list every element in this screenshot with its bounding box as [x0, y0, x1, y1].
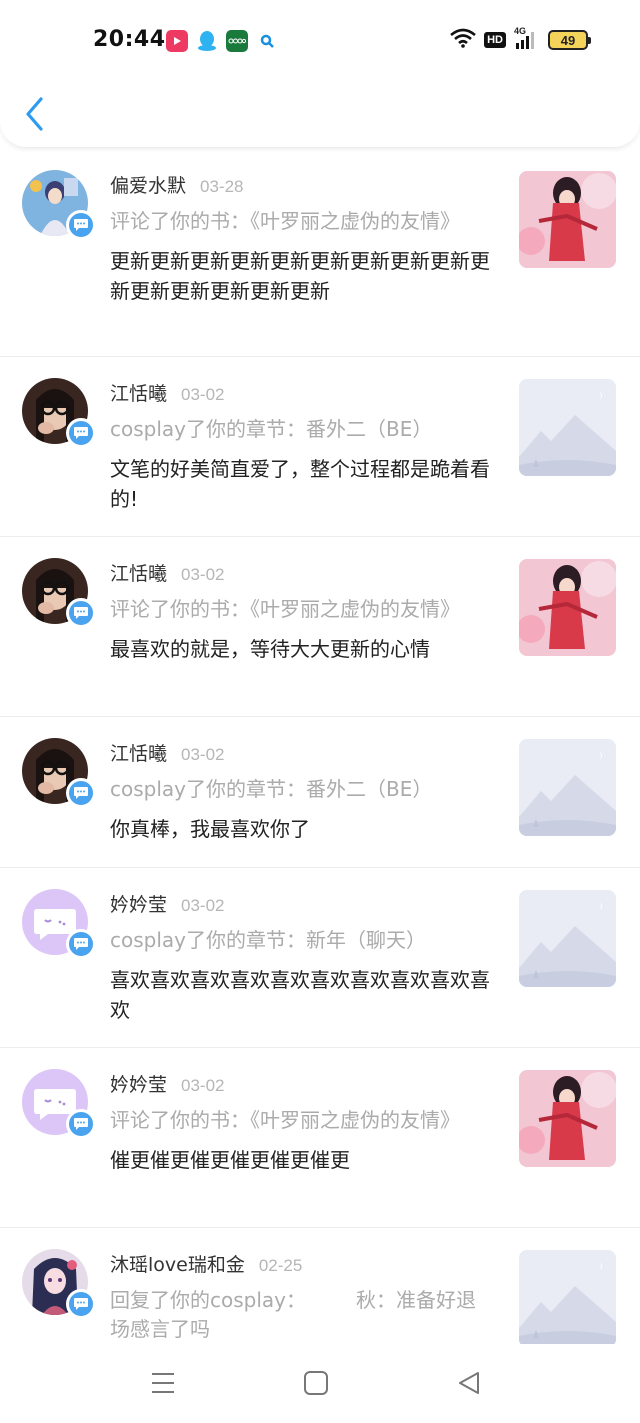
comment-badge-icon [66, 598, 96, 628]
notification-content: 江恬曦 03-02 cosplay了你的章节：番外二（BE） 文笔的好美简直爱了… [110, 379, 490, 514]
comment-text: 你真棒，我最喜欢你了 [110, 817, 310, 841]
qq-icon [196, 30, 218, 52]
signal-4g-icon: 4G [514, 26, 540, 50]
mountain-placeholder-icon [519, 739, 616, 836]
avatar-container[interactable] [22, 1069, 96, 1139]
wifi-icon [450, 28, 476, 52]
user-name[interactable]: 偏爱水默 [110, 171, 186, 198]
user-name[interactable]: 江恬曦 [110, 559, 167, 586]
notification-action: 评论了你的书：《叶罗丽之虚伪的友情》 [110, 597, 460, 621]
avatar-container[interactable] [22, 378, 96, 448]
avatar-container[interactable] [22, 889, 96, 959]
home-button[interactable] [303, 1370, 333, 1400]
notification-action: 评论了你的书：《叶罗丽之虚伪的友情》 [110, 1108, 460, 1132]
notification-item[interactable]: 江恬曦 03-02 cosplay了你的章节：番外二（BE） 你真棒，我最喜欢你… [0, 717, 640, 868]
hd-icon: HD [484, 32, 506, 48]
name-row: 江恬曦 03-02 [110, 739, 490, 769]
back-triangle-icon [459, 1372, 479, 1394]
status-bar: 20:44 HD 4G 49 [0, 0, 640, 80]
menu-icon [152, 1373, 174, 1393]
notification-item[interactable]: 妗妗莹 03-02 cosplay了你的章节：新年（聊天） 喜欢喜欢喜欢喜欢喜欢… [0, 868, 640, 1048]
user-name[interactable]: 妗妗莹 [110, 890, 167, 917]
book-cover-thumbnail[interactable] [519, 1070, 616, 1167]
network-type-label: 4G [514, 26, 527, 36]
status-time: 20:44 [93, 27, 166, 52]
comment-text: 最喜欢的就是，等待大大更新的心情 [110, 637, 430, 661]
back-button[interactable] [22, 94, 52, 134]
chevron-left-icon [26, 97, 43, 131]
notification-item[interactable]: 沐瑶love瑞和金 02-25 回复了你的cosplay： 秋：准备好退场感言了… [0, 1228, 640, 1344]
comment-text: 喜欢喜欢喜欢喜欢喜欢喜欢喜欢喜欢喜欢喜欢 [110, 968, 490, 1022]
placeholder-thumbnail[interactable] [519, 1250, 616, 1344]
search-app-icon [256, 30, 278, 52]
comment-badge-icon [66, 1289, 96, 1319]
user-name[interactable]: 沐瑶love瑞和金 [110, 1250, 245, 1277]
name-row: 妗妗莹 03-02 [110, 890, 490, 920]
notification-app-icons [166, 30, 278, 52]
comment-text: 更新更新更新更新更新更新更新更新更新更新更新更新更新更新更新 [110, 249, 490, 303]
book-cover-thumbnail[interactable] [519, 559, 616, 656]
notification-date: 03-02 [181, 896, 225, 915]
comment-badge-icon [66, 210, 96, 240]
mountain-placeholder-icon [519, 1250, 616, 1344]
notification-date: 03-02 [181, 385, 225, 404]
battery-icon: 49 [548, 30, 591, 50]
book-cover-thumbnail[interactable] [519, 171, 616, 268]
home-square-icon [304, 1371, 328, 1395]
system-nav-bar [0, 1344, 640, 1423]
name-row: 偏爱水默 03-28 [110, 171, 490, 201]
notification-content: 偏爱水默 03-28 评论了你的书：《叶罗丽之虚伪的友情》 更新更新更新更新更新… [110, 171, 490, 306]
name-row: 江恬曦 03-02 [110, 559, 490, 589]
comment-badge-icon [66, 418, 96, 448]
user-name[interactable]: 江恬曦 [110, 379, 167, 406]
placeholder-thumbnail[interactable] [519, 739, 616, 836]
user-name[interactable]: 江恬曦 [110, 739, 167, 766]
notification-date: 03-02 [181, 745, 225, 764]
notification-item[interactable]: 江恬曦 03-02 cosplay了你的章节：番外二（BE） 文笔的好美简直爱了… [0, 357, 640, 537]
nav-back-button[interactable] [456, 1370, 486, 1400]
avatar-container[interactable] [22, 738, 96, 808]
notification-content: 妗妗莹 03-02 评论了你的书：《叶罗丽之虚伪的友情》 催更催更催更催更催更催… [110, 1070, 490, 1175]
comment-badge-icon [66, 929, 96, 959]
notification-action: cosplay了你的章节：番外二（BE） [110, 777, 433, 801]
notification-action: 评论了你的书：《叶罗丽之虚伪的友情》 [110, 209, 460, 233]
notification-date: 03-28 [200, 177, 244, 196]
name-row: 沐瑶love瑞和金 02-25 [110, 1250, 490, 1280]
placeholder-thumbnail[interactable] [519, 379, 616, 476]
notification-date: 03-02 [181, 565, 225, 584]
mountain-placeholder-icon [519, 890, 616, 987]
avatar-container[interactable] [22, 558, 96, 628]
notification-date: 02-25 [258, 1256, 303, 1275]
placeholder-thumbnail[interactable] [519, 890, 616, 987]
menu-button[interactable] [150, 1370, 180, 1400]
notification-action: cosplay了你的章节：新年（聊天） [110, 928, 426, 952]
top-header: 20:44 HD 4G 49 [0, 0, 640, 148]
comment-badge-icon [66, 778, 96, 808]
system-status-icons: HD 4G 49 [450, 26, 591, 52]
video-app-icon [166, 30, 188, 52]
name-row: 江恬曦 03-02 [110, 379, 490, 409]
user-name[interactable]: 妗妗莹 [110, 1070, 167, 1097]
notification-list[interactable]: 偏爱水默 03-28 评论了你的书：《叶罗丽之虚伪的友情》 更新更新更新更新更新… [0, 149, 640, 1344]
notification-content: 妗妗莹 03-02 cosplay了你的章节：新年（聊天） 喜欢喜欢喜欢喜欢喜欢… [110, 890, 490, 1025]
comment-badge-icon [66, 1109, 96, 1139]
battery-level: 49 [560, 32, 576, 48]
comment-text: 催更催更催更催更催更催更 [110, 1148, 350, 1172]
oppo-icon [226, 30, 248, 52]
mountain-placeholder-icon [519, 379, 616, 476]
notification-item[interactable]: 偏爱水默 03-28 评论了你的书：《叶罗丽之虚伪的友情》 更新更新更新更新更新… [0, 149, 640, 357]
notification-item[interactable]: 江恬曦 03-02 评论了你的书：《叶罗丽之虚伪的友情》 最喜欢的就是，等待大大… [0, 537, 640, 717]
notification-item[interactable]: 妗妗莹 03-02 评论了你的书：《叶罗丽之虚伪的友情》 催更催更催更催更催更催… [0, 1048, 640, 1228]
name-row: 妗妗莹 03-02 [110, 1070, 490, 1100]
notification-date: 03-02 [181, 1076, 225, 1095]
notification-content: 江恬曦 03-02 评论了你的书：《叶罗丽之虚伪的友情》 最喜欢的就是，等待大大… [110, 559, 490, 664]
avatar-container[interactable] [22, 170, 96, 240]
notification-action: 回复了你的cosplay： 秋：准备好退场感言了吗 [110, 1288, 476, 1341]
avatar-container[interactable] [22, 1249, 96, 1319]
notification-action: cosplay了你的章节：番外二（BE） [110, 417, 433, 441]
comment-text: 文笔的好美简直爱了，整个过程都是跪着看的! [110, 457, 490, 511]
notification-content: 江恬曦 03-02 cosplay了你的章节：番外二（BE） 你真棒，我最喜欢你… [110, 739, 490, 844]
notification-content: 沐瑶love瑞和金 02-25 回复了你的cosplay： 秋：准备好退场感言了… [110, 1250, 490, 1344]
